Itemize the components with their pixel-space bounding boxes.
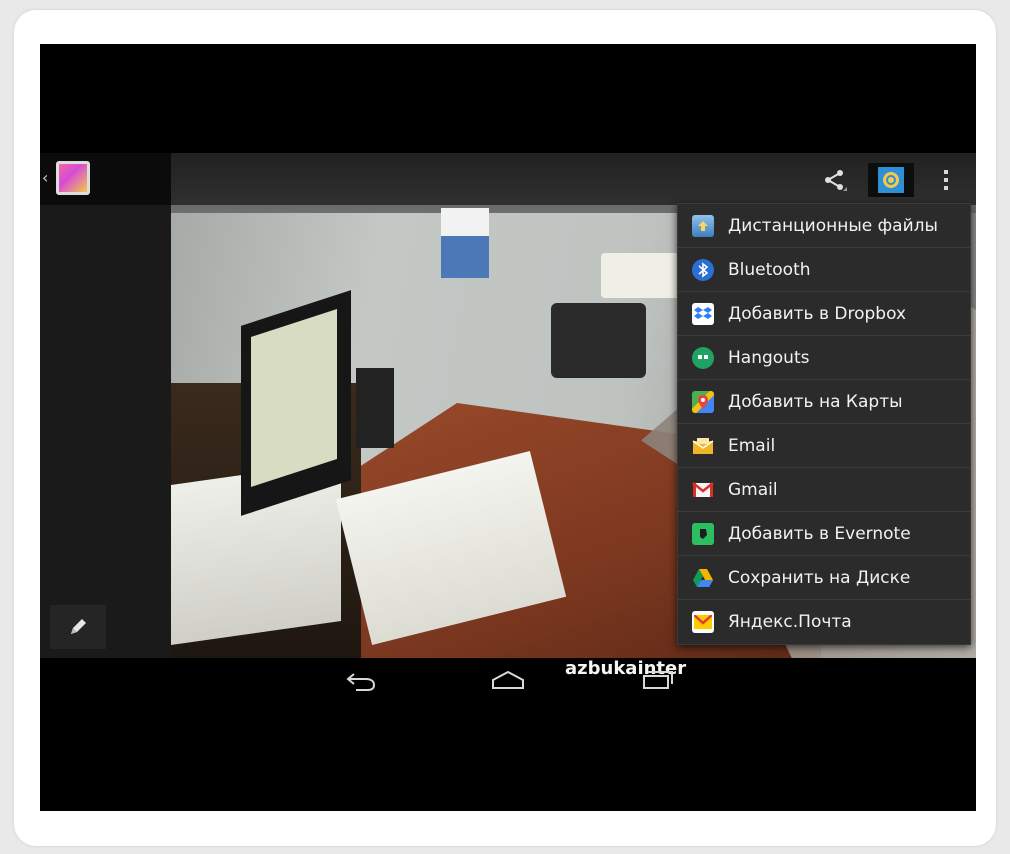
share-item-email[interactable]: Email [678,424,970,468]
share-item-gmail[interactable]: Gmail [678,468,970,512]
email-icon [692,435,714,457]
overflow-dot [944,186,948,190]
share-item-label: Добавить в Evernote [728,523,911,544]
photo-calendar [441,208,489,278]
tablet-screen: azbukainter ‹ Дистанционные файлы Blueto… [40,44,976,811]
gallery-app-icon[interactable] [56,161,90,195]
share-item-label: Bluetooth [728,259,811,280]
hangouts-icon [692,346,714,369]
share-item-bluetooth[interactable]: Bluetooth [678,248,970,292]
gmail-icon [692,479,714,501]
dropbox-icon [692,302,714,325]
share-item-evernote[interactable]: Добавить в Evernote [678,512,970,556]
evernote-icon [692,522,714,545]
remote-files-icon [692,214,714,237]
share-item-remote-files[interactable]: Дистанционные файлы [678,204,970,248]
share-item-label: Яндекс.Почта [728,612,852,632]
nav-back-button[interactable] [344,668,378,696]
filmstrip-panel [40,153,171,658]
share-item-maps[interactable]: Добавить на Карты [678,380,970,424]
photo-monitor-screen [251,309,337,487]
share-menu: Дистанционные файлы Bluetooth Добавить в… [677,203,971,645]
share-item-label: Дистанционные файлы [728,215,938,236]
chevron-left-icon[interactable]: ‹ [42,168,48,187]
back-icon [346,673,376,691]
yandex-mail-icon [692,611,714,633]
home-icon [492,670,524,689]
share-item-hangouts[interactable]: Hangouts [678,336,970,380]
share-item-label: Добавить в Dropbox [728,303,907,324]
recents-icon [643,671,673,689]
share-button[interactable] [814,161,854,199]
edit-button[interactable] [50,605,106,649]
email-at-icon [878,167,904,193]
share-icon [825,170,847,191]
nav-home-button[interactable] [490,668,526,696]
drive-icon [692,567,714,589]
share-item-dropbox[interactable]: Добавить в Dropbox [678,292,970,336]
overflow-dot [944,170,948,174]
share-item-label: Hangouts [728,347,810,368]
share-item-label: Добавить на Карты [728,391,903,412]
overflow-dot [944,178,948,182]
bluetooth-icon [692,258,714,281]
photo-printer [601,253,681,298]
share-item-label: Gmail [728,479,778,500]
share-item-label: Сохранить на Диске [728,567,911,588]
pencil-icon [71,619,86,634]
share-item-yandex-mail[interactable]: Яндекс.Почта [678,600,970,644]
photo-fax [551,303,646,378]
maps-icon [692,390,714,413]
email-quick-share-button[interactable] [868,163,914,197]
photo-speaker [356,368,394,448]
share-item-label: Email [728,435,776,456]
share-item-drive[interactable]: Сохранить на Диске [678,556,970,600]
overflow-menu-button[interactable] [936,162,956,198]
nav-recents-button[interactable] [640,666,674,696]
